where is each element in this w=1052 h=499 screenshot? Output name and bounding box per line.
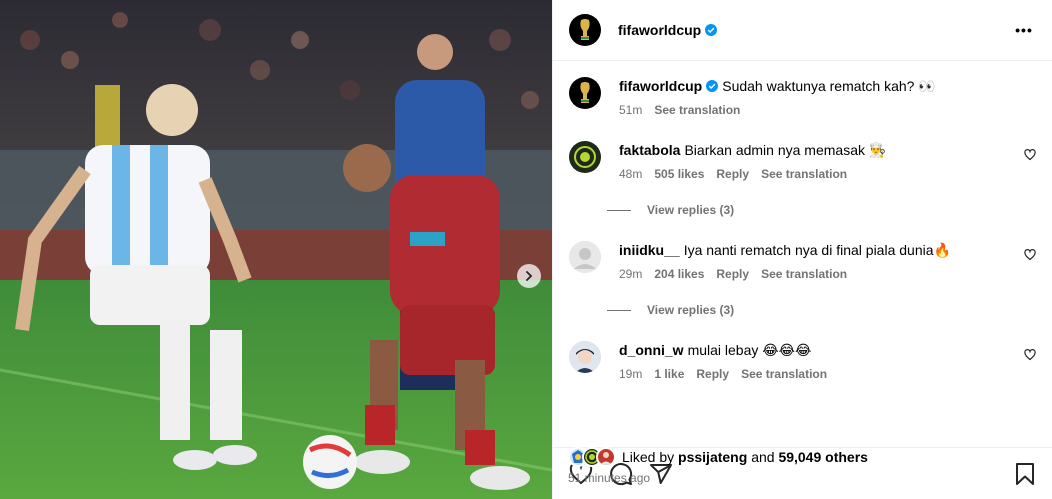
bookmark-icon[interactable] [1013, 462, 1037, 486]
see-translation-button[interactable]: See translation [761, 167, 847, 181]
verified-badge-icon [705, 24, 718, 36]
comment-time: 48m [619, 167, 643, 181]
reply-button[interactable]: Reply [716, 267, 749, 281]
divider-line [607, 309, 631, 311]
comment-username[interactable]: iniidku__ [619, 242, 680, 258]
liker-username[interactable]: pssijateng [678, 449, 747, 465]
commenter-avatar[interactable] [569, 341, 601, 373]
match-photo [0, 0, 552, 499]
comment-likes[interactable]: 505 likes [654, 167, 704, 181]
reply-button[interactable]: Reply [696, 367, 729, 381]
and-label: and [751, 449, 775, 465]
user-avatar-icon [600, 452, 612, 465]
faktabola-logo-icon [574, 146, 596, 168]
comment-item: faktabola Biarkan admin nya memasak 👨‍🍳 4… [569, 141, 1036, 201]
comment-likes[interactable]: 1 like [654, 367, 684, 381]
commenter-avatar[interactable] [569, 241, 601, 273]
author-avatar[interactable] [569, 14, 601, 46]
comment-text: Biarkan admin nya memasak 👨‍🍳 [684, 142, 887, 158]
default-avatar-icon [569, 241, 601, 273]
comment-like-heart-icon[interactable] [1024, 349, 1036, 361]
commenter-avatar[interactable] [569, 141, 601, 173]
post-modal: fifaworldcup ••• fifaworldcup Sudah wakt… [0, 0, 1052, 499]
comments-list: fifaworldcup Sudah waktunya rematch kah? … [553, 61, 1052, 447]
liker-avatar[interactable] [596, 447, 616, 467]
view-replies-button[interactable]: View replies (3) [607, 303, 734, 317]
fifa-trophy-icon [580, 82, 590, 103]
caption-time: 51m [619, 103, 643, 117]
post-timestamp: 51 minutes ago [568, 471, 651, 485]
post-photo[interactable] [0, 0, 552, 499]
user-avatar-icon [569, 341, 601, 373]
comment-username[interactable]: d_onni_w [619, 342, 684, 358]
post-header: fifaworldcup ••• [553, 0, 1052, 61]
comment-item: d_onni_w mulai lebay 😂😂😂 19m 1 like Reply… [569, 341, 1036, 401]
others-count[interactable]: 59,049 others [778, 449, 868, 465]
comment-time: 19m [619, 367, 643, 381]
view-replies-button[interactable]: View replies (3) [607, 203, 734, 217]
see-translation-button[interactable]: See translation [654, 103, 740, 117]
author-username[interactable]: fifaworldcup [618, 22, 701, 38]
comment-like-heart-icon[interactable] [1024, 249, 1036, 261]
see-translation-button[interactable]: See translation [761, 267, 847, 281]
view-replies-label: View replies (3) [647, 303, 735, 317]
reply-button[interactable]: Reply [716, 167, 749, 181]
verified-badge-icon [706, 80, 719, 92]
chevron-right-icon [526, 271, 533, 281]
next-photo-button[interactable] [517, 264, 541, 288]
see-translation-button[interactable]: See translation [741, 367, 827, 381]
post-side-panel: fifaworldcup ••• fifaworldcup Sudah wakt… [552, 0, 1052, 499]
comment-text: mulai lebay 😂😂😂 [687, 342, 812, 358]
comment-text: Iya nanti rematch nya di final piala dun… [683, 242, 951, 258]
divider-line [607, 209, 631, 211]
comment-username[interactable]: faktabola [619, 142, 680, 158]
caption-username[interactable]: fifaworldcup [619, 78, 702, 94]
caption-avatar[interactable] [569, 77, 601, 109]
comment-likes[interactable]: 204 likes [654, 267, 704, 281]
more-options-icon[interactable]: ••• [1014, 20, 1034, 40]
comment-like-heart-icon[interactable] [1024, 149, 1036, 161]
view-replies-label: View replies (3) [647, 203, 735, 217]
comment-time: 29m [619, 267, 643, 281]
likes-summary: Liked by pssijateng and 59,049 others [568, 446, 868, 468]
likes-text: Liked by pssijateng and 59,049 others [622, 449, 868, 465]
liked-by-label: Liked by [622, 449, 675, 465]
caption: fifaworldcup Sudah waktunya rematch kah? … [569, 77, 1036, 127]
comment-item: iniidku__ Iya nanti rematch nya di final … [569, 241, 1036, 301]
fifa-trophy-icon [580, 19, 590, 40]
caption-text: Sudah waktunya rematch kah? 👀 [722, 78, 936, 94]
